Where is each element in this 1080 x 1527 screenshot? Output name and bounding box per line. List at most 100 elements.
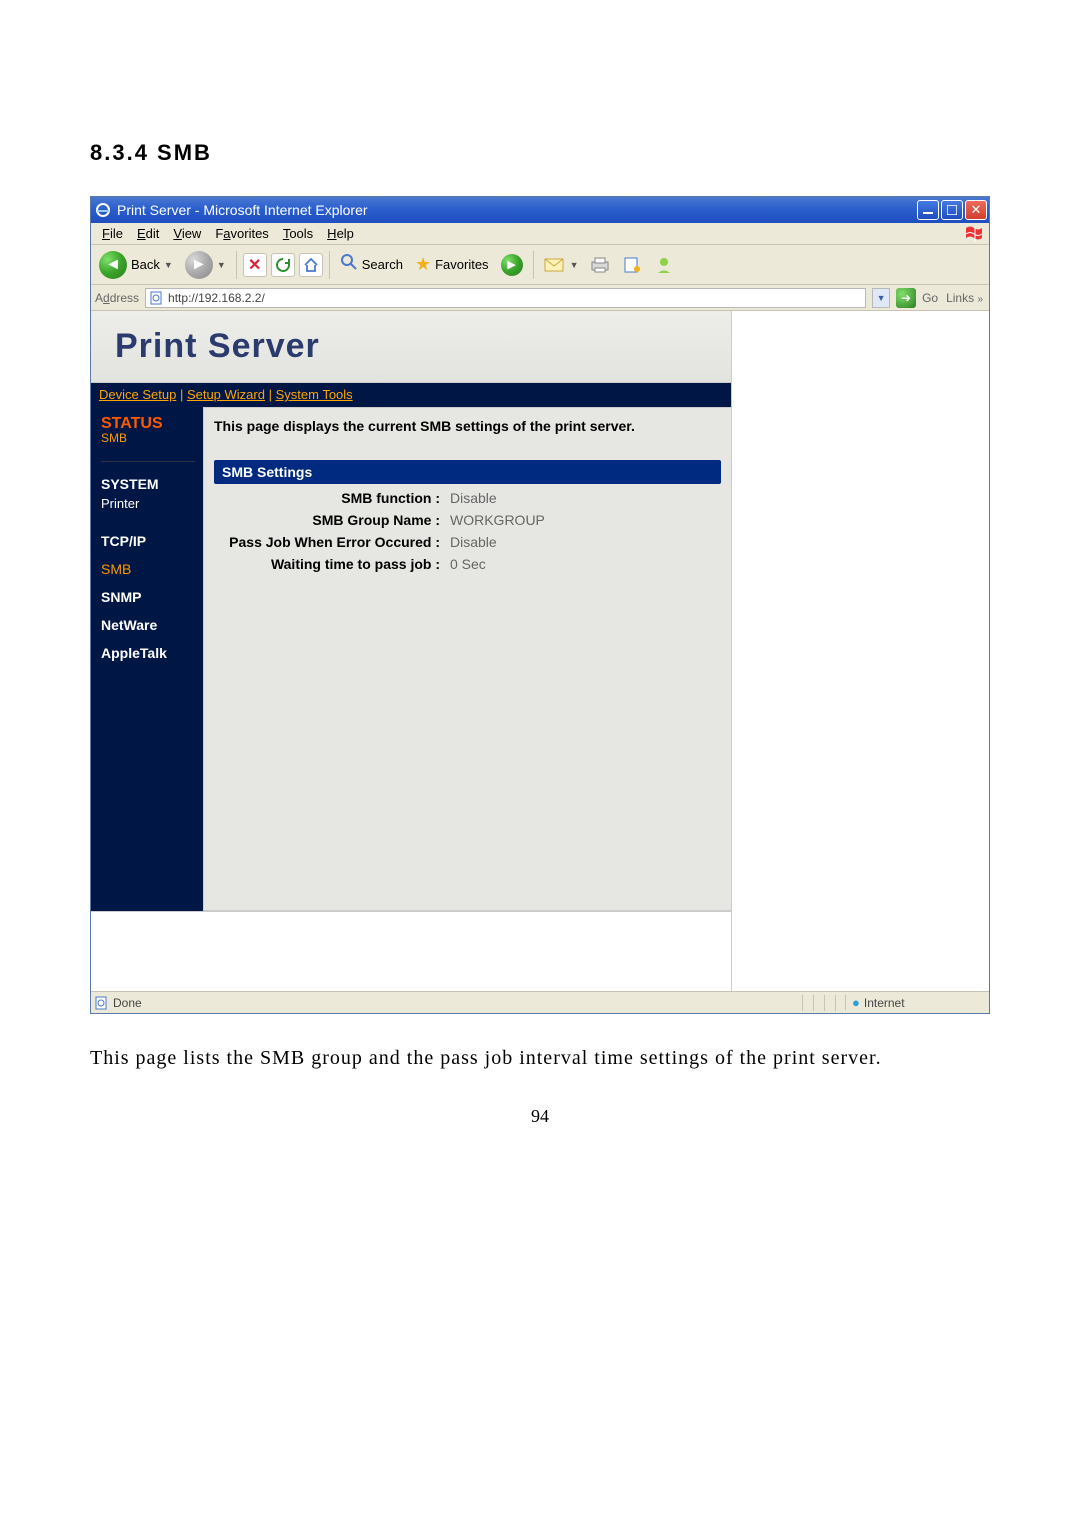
blank-area-bottom bbox=[91, 911, 731, 991]
sidebar-item-netware[interactable]: NetWare bbox=[101, 609, 195, 637]
back-label: Back bbox=[131, 257, 160, 272]
back-arrow-icon: ◄ bbox=[99, 251, 127, 279]
home-button[interactable] bbox=[299, 253, 323, 277]
windows-flag-icon bbox=[965, 226, 985, 242]
search-button[interactable]: Search bbox=[336, 251, 407, 278]
doc-body-text: This page lists the SMB group and the pa… bbox=[90, 1044, 990, 1072]
nav-setup-wizard[interactable]: Setup Wizard bbox=[187, 387, 265, 402]
print-button[interactable] bbox=[586, 254, 614, 276]
nav-separator: | bbox=[265, 387, 276, 402]
refresh-button[interactable] bbox=[271, 253, 295, 277]
search-icon bbox=[340, 253, 358, 276]
media-button[interactable]: ▶ bbox=[497, 252, 527, 278]
address-field[interactable]: http://192.168.2.2/ bbox=[145, 288, 866, 308]
setting-key: Waiting time to pass job : bbox=[214, 556, 444, 572]
messenger-icon bbox=[654, 256, 674, 274]
forward-arrow-icon: ► bbox=[185, 251, 213, 279]
nav-system-tools[interactable]: System Tools bbox=[276, 387, 353, 402]
panel-intro-text: This page displays the current SMB setti… bbox=[214, 418, 721, 434]
media-icon: ▶ bbox=[501, 254, 523, 276]
setting-key: Pass Job When Error Occured : bbox=[214, 534, 444, 550]
ie-window: Print Server - Microsoft Internet Explor… bbox=[90, 196, 990, 1014]
menu-file[interactable]: File bbox=[95, 225, 130, 242]
blank-area-right bbox=[731, 311, 989, 991]
setting-row-waiting-time: Waiting time to pass job : 0 Sec bbox=[214, 556, 721, 572]
menu-favorites[interactable]: Favorites bbox=[208, 225, 275, 242]
favorites-button[interactable]: ★ Favorites bbox=[411, 252, 493, 277]
toolbar-separator bbox=[533, 251, 534, 279]
address-bar: Address http://192.168.2.2/ ▼ ➜ Go Links… bbox=[91, 285, 989, 311]
go-label: Go bbox=[922, 291, 938, 305]
setting-key: SMB function : bbox=[214, 490, 444, 506]
sidebar-separator bbox=[101, 461, 195, 462]
window-close-button[interactable]: ✕ bbox=[965, 200, 987, 220]
browser-viewport: Print Server Device Setup | Setup Wizard… bbox=[91, 311, 989, 991]
page-banner: Print Server bbox=[91, 311, 731, 383]
setting-key: SMB Group Name : bbox=[214, 512, 444, 528]
links-label[interactable]: Links » bbox=[944, 291, 985, 305]
go-button[interactable]: ➜ bbox=[896, 288, 916, 308]
top-nav: Device Setup | Setup Wizard | System Too… bbox=[91, 383, 731, 407]
window-title: Print Server - Microsoft Internet Explor… bbox=[117, 202, 917, 218]
nav-separator: | bbox=[176, 387, 187, 402]
status-zone-text: Internet bbox=[864, 996, 905, 1010]
chevron-down-icon: ▼ bbox=[164, 260, 173, 270]
discuss-button[interactable] bbox=[650, 254, 678, 276]
chevron-down-icon: ▼ bbox=[570, 260, 579, 270]
status-zone: ● Internet bbox=[845, 995, 985, 1010]
banner-title: Print Server bbox=[115, 327, 320, 366]
doc-page-number: 94 bbox=[90, 1106, 990, 1127]
address-dropdown-button[interactable]: ▼ bbox=[872, 288, 890, 308]
done-icon bbox=[95, 996, 109, 1010]
edit-page-icon bbox=[622, 256, 642, 274]
mail-button[interactable]: ▼ bbox=[540, 254, 583, 276]
sidebar-item-smb[interactable]: SMB bbox=[101, 553, 195, 581]
forward-button[interactable]: ► ▼ bbox=[181, 249, 230, 281]
chevron-down-icon: ▼ bbox=[217, 260, 226, 270]
doc-section-heading: 8.3.4 SMB bbox=[90, 140, 990, 166]
status-dividers bbox=[802, 995, 845, 1011]
sidebar-item-tcpip[interactable]: TCP/IP bbox=[101, 525, 195, 553]
setting-value: Disable bbox=[444, 534, 497, 550]
setting-row-pass-job: Pass Job When Error Occured : Disable bbox=[214, 534, 721, 550]
star-icon: ★ bbox=[415, 254, 431, 275]
mail-icon bbox=[544, 256, 566, 274]
setting-row-smb-function: SMB function : Disable bbox=[214, 490, 721, 506]
printer-icon bbox=[590, 256, 610, 274]
toolbar-separator bbox=[329, 251, 330, 279]
edit-button[interactable] bbox=[618, 254, 646, 276]
toolbar-separator bbox=[236, 251, 237, 279]
toolbar: ◄ Back ▼ ► ▼ ✕ Search bbox=[91, 245, 989, 285]
window-titlebar: Print Server - Microsoft Internet Explor… bbox=[91, 197, 989, 223]
sidebar: STATUS SMB SYSTEM Printer TCP/IP SMB SNM… bbox=[91, 407, 203, 911]
stop-button[interactable]: ✕ bbox=[243, 253, 267, 277]
sidebar-item-printer[interactable]: Printer bbox=[101, 496, 195, 525]
window-minimize-button[interactable] bbox=[917, 200, 939, 220]
setting-value: WORKGROUP bbox=[444, 512, 545, 528]
internet-zone-icon: ● bbox=[852, 995, 860, 1010]
setting-row-smb-group: SMB Group Name : WORKGROUP bbox=[214, 512, 721, 528]
menu-view[interactable]: View bbox=[166, 225, 208, 242]
status-bar: Done ● Internet bbox=[91, 991, 989, 1013]
web-page: Print Server Device Setup | Setup Wizard… bbox=[91, 311, 731, 991]
menu-help[interactable]: Help bbox=[320, 225, 361, 242]
nav-device-setup[interactable]: Device Setup bbox=[99, 387, 176, 402]
setting-value: 0 Sec bbox=[444, 556, 486, 572]
menu-bar: File Edit View Favorites Tools Help bbox=[91, 223, 989, 245]
status-done-text: Done bbox=[113, 996, 142, 1010]
address-label: Address bbox=[95, 291, 139, 305]
page-icon bbox=[150, 291, 164, 305]
address-url: http://192.168.2.2/ bbox=[168, 291, 265, 305]
menu-tools[interactable]: Tools bbox=[276, 225, 320, 242]
sidebar-item-system[interactable]: SYSTEM bbox=[101, 468, 195, 496]
ie-logo-icon bbox=[95, 202, 111, 218]
settings-header: SMB Settings bbox=[214, 460, 721, 484]
setting-value: Disable bbox=[444, 490, 497, 506]
search-label: Search bbox=[362, 257, 403, 272]
menu-edit[interactable]: Edit bbox=[130, 225, 166, 242]
sidebar-item-appletalk[interactable]: AppleTalk bbox=[101, 637, 195, 665]
back-button[interactable]: ◄ Back ▼ bbox=[95, 249, 177, 281]
window-maximize-button[interactable] bbox=[941, 200, 963, 220]
sidebar-status-sub: SMB bbox=[101, 431, 195, 445]
sidebar-item-snmp[interactable]: SNMP bbox=[101, 581, 195, 609]
